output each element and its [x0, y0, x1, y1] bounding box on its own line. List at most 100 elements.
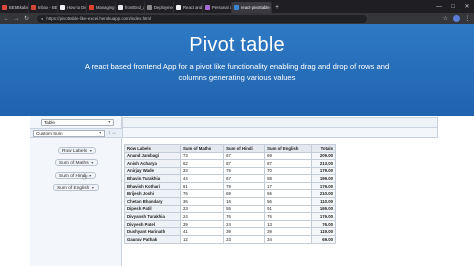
- tab-favicon-icon: [89, 5, 94, 10]
- dropdown-triangle-icon[interactable]: ▼: [89, 149, 92, 153]
- table-header-row: Row Labels Sum of Maths Sum of Hindi Sum of…: [124, 144, 336, 153]
- total-cell: 213.00: [311, 159, 336, 168]
- total-cell: 69.00: [311, 235, 336, 244]
- chevron-down-icon: ▼: [107, 120, 111, 124]
- sort-order-icons[interactable]: ↕↔: [108, 130, 118, 136]
- row-label-cell: Bhavin Turakhia: [124, 174, 181, 183]
- profile-avatar[interactable]: [453, 14, 460, 22]
- total-cell: 169.00: [311, 204, 336, 214]
- value-cell: 41: [179, 227, 225, 237]
- minimize-icon[interactable]: —: [432, 0, 446, 13]
- tab-label: Managing Dep: [96, 5, 115, 10]
- table-row: Bhavish Kothari 81 79 17 176.00: [124, 181, 336, 191]
- column-drop-zone[interactable]: [122, 117, 438, 128]
- new-tab-button[interactable]: +: [272, 2, 282, 13]
- attr-label: Sum of Maths: [59, 161, 89, 166]
- url-input[interactable]: ● https://pivottable-like-excel.herokuap…: [37, 14, 367, 23]
- value-cell: 33: [179, 166, 225, 176]
- table-row: Brijesh Joshi 76 69 65 210.00: [124, 189, 336, 199]
- browser-tab[interactable]: Personal app×: [203, 2, 232, 13]
- attr-sum-of-english[interactable]: Sum of English ▼: [53, 184, 99, 191]
- tab-label: BE5Bkaben3/6: [9, 5, 29, 10]
- row-label-cell: Dushyant Harinath: [124, 227, 181, 237]
- value-cell: 87: [223, 159, 266, 168]
- browser-tab-strip: BE5Bkaben3/6×Inbox - BE5...×How to Deplo…: [0, 0, 474, 13]
- total-cell: 119.00: [311, 227, 336, 237]
- dropdown-triangle-icon[interactable]: ▼: [91, 186, 94, 190]
- column-header: Sum of Maths: [179, 144, 225, 153]
- tab-label: React and Redux: [183, 5, 203, 10]
- renderer-value: Table: [44, 120, 55, 125]
- value-cell: 39: [264, 227, 313, 237]
- row-label-cell: Bhavish Kothari: [124, 181, 181, 191]
- total-cell: 76.00: [311, 219, 336, 229]
- browser-tab[interactable]: Inbox - BE5...×: [29, 2, 58, 13]
- back-arrow-icon[interactable]: ←: [3, 15, 10, 23]
- table-row: Anirjay Wade 33 76 70 179.00: [124, 166, 336, 176]
- tab-favicon-icon: [31, 5, 36, 10]
- attr-row-labels[interactable]: Row Labels ▼: [58, 147, 97, 154]
- mouse-cursor-icon: ☞: [82, 173, 90, 182]
- browser-tab[interactable]: Managing Dep×: [87, 2, 116, 13]
- value-cell: 62: [179, 159, 225, 168]
- table-row: Anand Jambagi 73 67 69 209.00: [124, 151, 336, 161]
- value-cell: 24: [223, 219, 266, 229]
- total-cell: 210.00: [311, 189, 336, 199]
- tab-favicon-icon: [147, 5, 152, 10]
- forward-arrow-icon[interactable]: →: [13, 15, 20, 23]
- table-row: Dipesh Patil 23 55 91 169.00: [124, 204, 336, 214]
- browser-tab[interactable]: Deployment×: [145, 2, 174, 13]
- table-row: Gaurav Pathak 12 23 34 69.00: [124, 235, 336, 244]
- browser-tab[interactable]: BE5Bkaben3/6×: [0, 2, 29, 13]
- table-row: Chetan Bhandary 36 18 56 110.00: [124, 197, 336, 206]
- aggregator-value: Custom Sum: [36, 131, 63, 136]
- bookmark-star-icon[interactable]: ☆: [442, 15, 449, 23]
- value-cell: 69: [264, 151, 313, 161]
- column-header: Totals: [311, 144, 336, 153]
- total-cell: 176.00: [311, 212, 336, 221]
- total-cell: 209.00: [311, 151, 336, 161]
- tab-label: Inbox - BE5...: [38, 5, 58, 10]
- value-cell: 56: [264, 197, 313, 206]
- value-cell: 13: [264, 219, 313, 229]
- dropdown-triangle-icon[interactable]: ▼: [91, 161, 94, 165]
- page-subtitle: A react based frontend App for a pivot l…: [84, 62, 390, 82]
- browser-tab[interactable]: React and Redux×: [174, 2, 203, 13]
- value-cell: 87: [264, 159, 313, 168]
- attr-label: Sum of English: [57, 186, 90, 191]
- menu-dots-icon[interactable]: ⋮: [464, 15, 471, 23]
- tab-label: react-pivottable: [241, 5, 270, 10]
- value-cell: 76: [223, 166, 266, 176]
- aggregator-select[interactable]: Custom Sum ▼: [33, 130, 105, 137]
- column-header: Sum of Hindi: [223, 144, 266, 153]
- maximize-icon[interactable]: □: [446, 0, 460, 13]
- value-cell: 70: [264, 166, 313, 176]
- browser-tab[interactable]: frontEnd_assign×: [116, 2, 145, 13]
- browser-tab[interactable]: How to Deploy×: [58, 2, 87, 13]
- close-window-icon[interactable]: ✕: [460, 0, 474, 13]
- row-label-cell: Divyesh Patel: [124, 219, 181, 229]
- lock-icon: ●: [41, 16, 44, 21]
- url-text: https://pivottable-like-excel.herokuapp.…: [46, 16, 151, 21]
- value-cell: 55: [223, 204, 266, 214]
- aggregator-row: Custom Sum ▼ ↕↔: [30, 128, 122, 138]
- value-cell: 73: [179, 151, 225, 161]
- value-cell: 39: [179, 219, 225, 229]
- browser-tab[interactable]: react-pivottable ×: [232, 2, 272, 13]
- value-cell: 24: [179, 212, 225, 221]
- tab-label: Personal app: [212, 5, 232, 10]
- tab-favicon-icon: [118, 5, 123, 10]
- attr-sum-of-hindi[interactable]: Sum of Hindi ▼: [55, 172, 96, 179]
- column-drop-zone-lower[interactable]: [122, 128, 438, 138]
- row-label-cell: Anand Jambagi: [124, 151, 181, 161]
- reload-icon[interactable]: ↻: [23, 15, 30, 23]
- renderer-select[interactable]: Table ▼: [41, 119, 114, 126]
- attr-sum-of-maths[interactable]: Sum of Maths ▼: [55, 159, 98, 166]
- row-label-cell: Brijesh Joshi: [124, 189, 181, 199]
- row-label-cell: Divyansh Turakhia: [124, 212, 181, 221]
- hero-banner: Pivot table A react based frontend App f…: [0, 24, 474, 116]
- tab-favicon-icon: [2, 5, 7, 10]
- total-cell: 110.00: [311, 197, 336, 206]
- value-cell: 91: [264, 204, 313, 214]
- tab-favicon-icon: [234, 5, 239, 10]
